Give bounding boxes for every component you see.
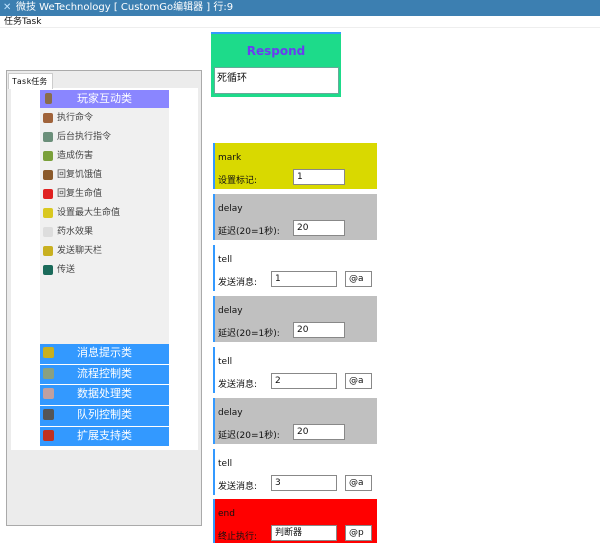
block-label: 发送消息: xyxy=(218,278,258,288)
block-value-input[interactable]: 1 xyxy=(293,169,345,185)
block-label: 发送消息: xyxy=(218,380,258,390)
category-label: 消息提示类 xyxy=(77,346,132,359)
block-value-input[interactable]: 20 xyxy=(293,322,345,338)
block-delay[interactable]: delay 延迟(20=1秒): 20 xyxy=(213,296,377,342)
tab-task[interactable]: Task任务 xyxy=(8,73,53,89)
block-tell[interactable]: tell 发送消息: 1 @a xyxy=(213,245,377,291)
block-target-input[interactable]: @a xyxy=(345,271,372,287)
category-label: 流程控制类 xyxy=(77,366,132,380)
ender-pearl-icon xyxy=(43,265,53,275)
block-label: 发送消息: xyxy=(218,482,258,492)
menu-bar: 任务Task xyxy=(0,16,600,28)
task-item-label: 造成伤害 xyxy=(57,151,94,161)
respond-box: Respond 死循环 xyxy=(211,32,341,97)
task-item-label: 发送聊天栏 xyxy=(57,246,103,256)
block-delay[interactable]: delay 延迟(20=1秒): 20 xyxy=(213,398,377,444)
block-tell[interactable]: tell 发送消息: 3 @a xyxy=(213,449,377,495)
respond-title: Respond xyxy=(246,44,306,58)
block-name: end xyxy=(218,509,235,519)
block-name: tell xyxy=(218,459,233,469)
task-item[interactable]: 发送聊天栏 xyxy=(42,243,102,259)
block-label: 延迟(20=1秒): xyxy=(218,329,280,339)
task-item[interactable]: 回复饥饿值 xyxy=(42,167,102,183)
apple-icon xyxy=(43,189,53,199)
category-item[interactable]: 数据处理类 xyxy=(40,385,169,405)
block-target-input[interactable]: @p xyxy=(345,525,372,541)
task-item[interactable]: 造成伤害 xyxy=(42,148,93,164)
category-label: 扩展支持类 xyxy=(77,428,132,442)
task-item[interactable]: 设置最大生命值 xyxy=(42,205,120,221)
task-item[interactable]: 回复生命值 xyxy=(42,186,102,202)
category-label: 队列控制类 xyxy=(77,408,132,422)
task-item-label: 回复饥饿值 xyxy=(57,170,103,180)
sword-icon xyxy=(43,151,53,161)
category-player-interaction[interactable]: 玩家互动类 xyxy=(40,90,169,108)
tnt-icon xyxy=(43,429,54,441)
block-value-input[interactable]: 3 xyxy=(271,475,337,491)
category-item[interactable]: 消息提示类 xyxy=(40,344,169,364)
totem-icon xyxy=(45,93,52,104)
block-value-input[interactable]: 判断器 xyxy=(271,525,337,541)
task-item-label: 传送 xyxy=(57,265,76,275)
block-end[interactable]: end 终止执行: 判断器 @p xyxy=(213,499,377,543)
task-item-label: 设置最大生命值 xyxy=(57,208,121,218)
task-item[interactable]: 执行命令 xyxy=(42,110,93,126)
block-name: delay xyxy=(218,408,243,418)
block-target-input[interactable]: @a xyxy=(345,475,372,491)
data-icon xyxy=(43,388,54,400)
window-title: 微技 WeTechnology [ CustomGo编辑器 ] 行:9 xyxy=(16,2,234,13)
block-delay[interactable]: delay 延迟(20=1秒): 20 xyxy=(213,194,377,240)
category-label: 玩家互动类 xyxy=(77,92,132,105)
category-item[interactable]: 扩展支持类 xyxy=(40,426,169,447)
chat-icon xyxy=(43,246,53,256)
category-item[interactable]: 流程控制类 xyxy=(40,364,169,385)
block-mark[interactable]: mark 设置标记: 1 xyxy=(213,143,377,189)
command-block-icon xyxy=(43,113,53,123)
menu-task[interactable]: 任务Task xyxy=(4,17,41,27)
potion-icon xyxy=(43,227,53,237)
block-value-input[interactable]: 2 xyxy=(271,373,337,389)
task-item-label: 回复生命值 xyxy=(57,189,103,199)
block-target-input[interactable]: @a xyxy=(345,373,372,389)
category-label: 数据处理类 xyxy=(77,387,132,401)
title-bar: ✕ 微技 WeTechnology [ CustomGo编辑器 ] 行:9 xyxy=(0,0,600,16)
block-name: mark xyxy=(218,153,242,163)
block-name: delay xyxy=(218,306,243,316)
command-block-icon xyxy=(43,132,53,142)
block-label: 设置标记: xyxy=(218,176,258,186)
block-label: 终止执行: xyxy=(218,532,258,542)
task-item[interactable]: 后台执行指令 xyxy=(42,129,111,145)
task-item-label: 药水效果 xyxy=(57,227,94,237)
respond-input[interactable]: 死循环 xyxy=(214,67,339,94)
task-item-label: 执行命令 xyxy=(57,113,94,123)
task-item-label: 后台执行指令 xyxy=(57,132,112,142)
bread-icon xyxy=(43,170,53,180)
block-name: tell xyxy=(218,255,233,265)
app-logo-icon: ✕ xyxy=(3,2,12,13)
task-item[interactable]: 药水效果 xyxy=(42,224,93,240)
message-icon xyxy=(43,347,54,358)
queue-icon xyxy=(43,409,54,421)
task-item[interactable]: 传送 xyxy=(42,262,75,278)
block-label: 延迟(20=1秒): xyxy=(218,431,280,441)
block-value-input[interactable]: 1 xyxy=(271,271,337,287)
block-name: delay xyxy=(218,204,243,214)
block-value-input[interactable]: 20 xyxy=(293,424,345,440)
flow-icon xyxy=(43,367,54,379)
golden-apple-icon xyxy=(43,208,53,218)
block-name: tell xyxy=(218,357,233,367)
block-tell[interactable]: tell 发送消息: 2 @a xyxy=(213,347,377,393)
category-item[interactable]: 队列控制类 xyxy=(40,406,169,426)
block-value-input[interactable]: 20 xyxy=(293,220,345,236)
block-label: 延迟(20=1秒): xyxy=(218,227,280,237)
